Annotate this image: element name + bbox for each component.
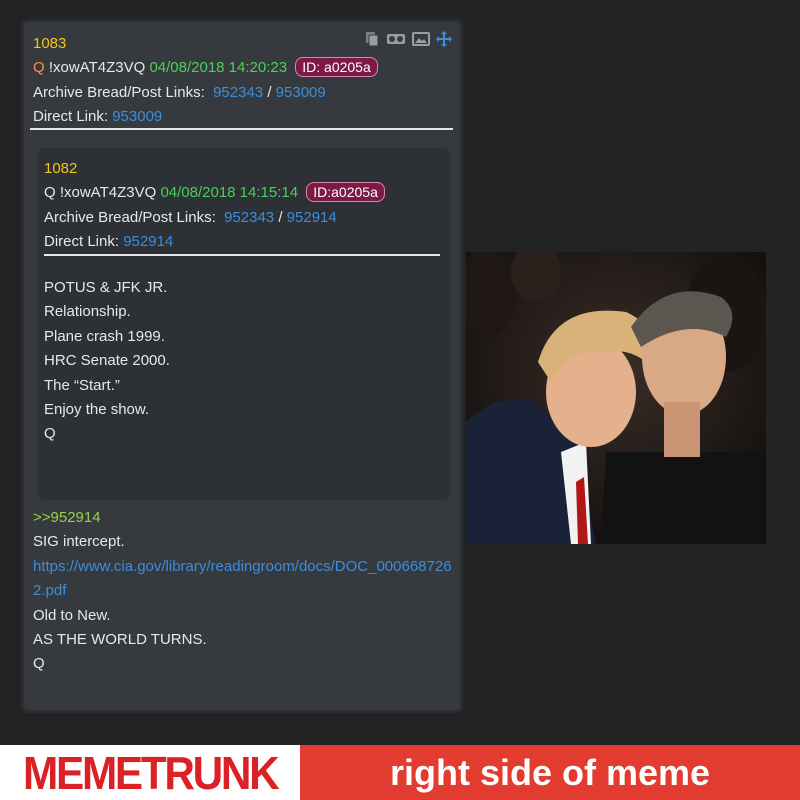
copy-icon[interactable]	[364, 31, 380, 47]
pdf-link[interactable]: https://www.cia.gov/library/readingroom/…	[33, 555, 453, 604]
vr-glasses-icon[interactable]	[386, 31, 406, 47]
quoted-header: 1082 Q !xowAT4Z3VQ 04/08/2018 14:15:14 I…	[44, 157, 444, 255]
quoted-post-meta: Q !xowAT4Z3VQ 04/08/2018 14:15:14 ID:a02…	[44, 181, 444, 205]
quoted-body: POTUS & JFK JR. Relationship. Plane cras…	[44, 276, 444, 447]
post-signature: Q	[33, 655, 45, 673]
quoted-post: 1082 Q !xowAT4Z3VQ 04/08/2018 14:15:14 I…	[38, 148, 450, 500]
quoted-direct-link[interactable]: 952914	[123, 233, 173, 250]
direct-link-row: Direct Link: 953009	[33, 105, 453, 129]
quoted-divider	[44, 254, 440, 256]
post-datetime: 04/08/2018 14:20:23	[149, 59, 288, 77]
reply-reference[interactable]: >>952914	[33, 506, 453, 530]
brand-name: MEMETRUNK	[22, 746, 280, 799]
quoted-archive-link-952914[interactable]: 952914	[287, 209, 337, 226]
quoted-archive-label: Archive Bread/Post Links:	[44, 208, 216, 226]
quoted-line: The “Start.”	[44, 376, 120, 394]
tagline: right side of meme	[389, 751, 711, 793]
archive-label: Archive Bread/Post Links:	[33, 83, 205, 101]
post-toolbar	[364, 31, 452, 47]
attached-photo	[466, 252, 766, 544]
quoted-signature: Q	[44, 425, 56, 443]
quoted-direct-link-row: Direct Link: 952914	[44, 230, 444, 254]
header-divider	[30, 128, 453, 130]
post-card: 1083 Q !xowAT4Z3VQ 04/08/2018 14:20:23 I…	[24, 22, 460, 710]
archive-link-953009[interactable]: 953009	[276, 84, 326, 101]
quoted-archive-link-952343[interactable]: 952343	[224, 209, 274, 226]
archive-separator: /	[267, 83, 272, 101]
quoted-tripcode: !xowAT4Z3VQ	[59, 184, 157, 202]
quoted-direct-link-label: Direct Link:	[44, 233, 120, 251]
image-icon[interactable]	[412, 31, 430, 47]
poster-name: Q	[33, 59, 45, 77]
post-line: SIG intercept.	[33, 533, 125, 551]
quoted-archive-links-row: Archive Bread/Post Links: 952343 / 95291…	[44, 206, 444, 230]
tagline-banner: right side of meme	[300, 745, 800, 800]
post-line: AS THE WORLD TURNS.	[33, 631, 207, 649]
post-body: >>952914 SIG intercept. https://www.cia.…	[33, 506, 453, 677]
quoted-line: Relationship.	[44, 303, 131, 321]
quoted-id-badge[interactable]: ID:a0205a	[306, 182, 385, 203]
quoted-line: Enjoy the show.	[44, 401, 150, 419]
quoted-line: Plane crash 1999.	[44, 327, 165, 345]
id-badge[interactable]: ID: a0205a	[295, 57, 378, 78]
move-icon[interactable]	[436, 31, 452, 47]
quoted-line: HRC Senate 2000.	[44, 352, 170, 370]
quoted-poster-name: Q	[44, 184, 56, 202]
archive-link-952343[interactable]: 952343	[213, 84, 263, 101]
quoted-line: POTUS & JFK JR.	[44, 279, 168, 296]
archive-links-row: Archive Bread/Post Links: 952343 / 95300…	[33, 81, 453, 105]
direct-link[interactable]: 953009	[112, 108, 162, 125]
direct-link-label: Direct Link:	[33, 108, 109, 126]
post-line: Old to New.	[33, 606, 111, 624]
quoted-post-datetime: 04/08/2018 14:15:14	[160, 184, 299, 202]
memetrunk-logo: MEMETRUNK	[0, 745, 300, 800]
tripcode: !xowAT4Z3VQ	[48, 59, 146, 77]
quoted-post-number[interactable]: 1082	[44, 157, 444, 181]
post-meta: Q !xowAT4Z3VQ 04/08/2018 14:20:23 ID: a0…	[33, 56, 453, 80]
quoted-archive-separator: /	[278, 208, 283, 226]
